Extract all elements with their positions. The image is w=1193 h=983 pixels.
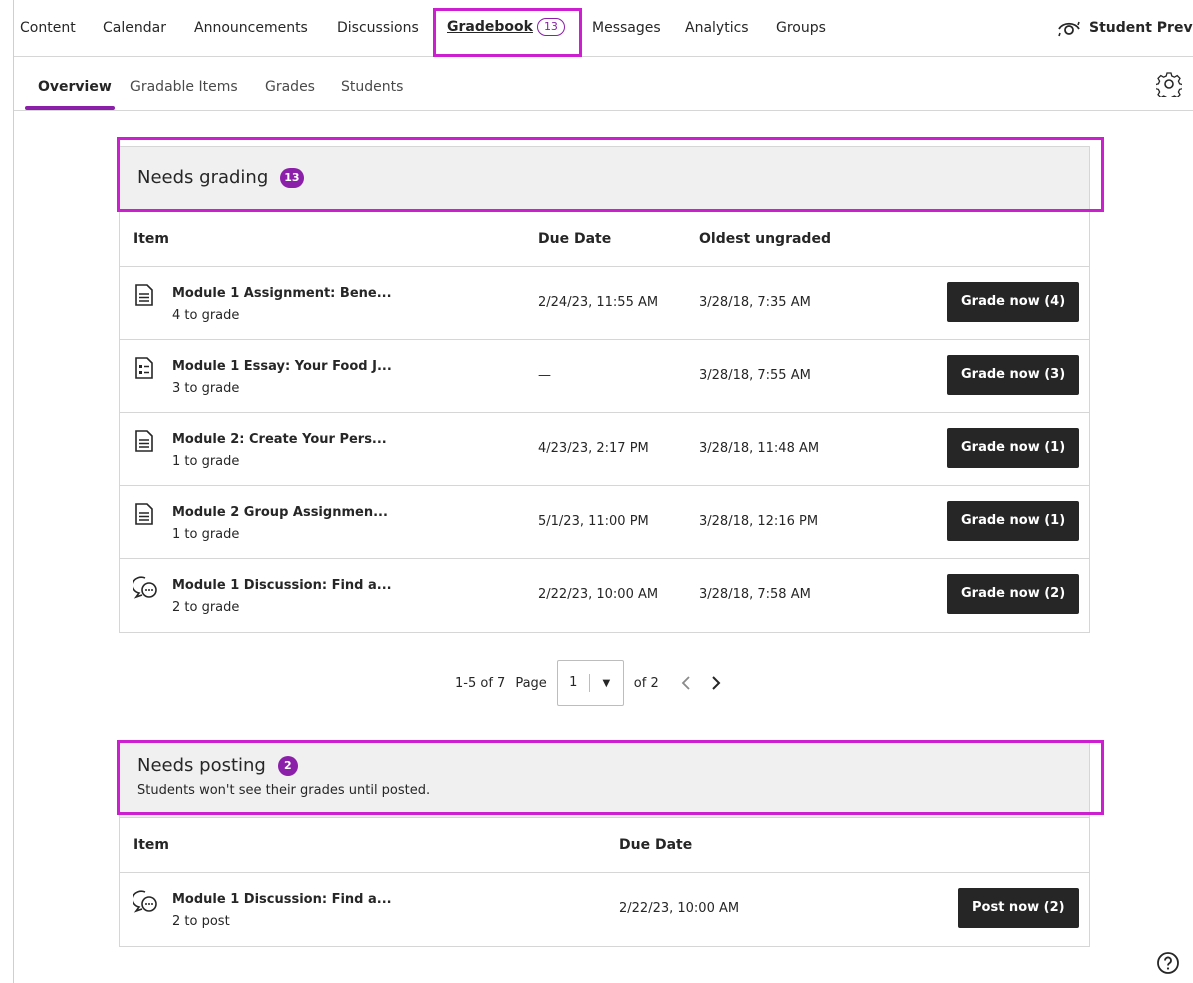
needs-grading-table: Item Due Date Oldest ungraded Module 1 A… bbox=[119, 212, 1090, 633]
grade-now-button[interactable]: Grade now (1) bbox=[947, 501, 1080, 541]
tab-calendar[interactable]: Calendar bbox=[103, 20, 166, 36]
gear-icon[interactable] bbox=[1156, 71, 1182, 97]
item-name[interactable]: Module 2 Group Assignmen... bbox=[172, 505, 388, 520]
oldest-ungraded: 3/28/18, 7:35 AM bbox=[699, 295, 811, 310]
pagination-range: 1-5 of 7 bbox=[455, 675, 506, 691]
due-date: 2/24/23, 11:55 AM bbox=[538, 295, 659, 310]
discussion-icon bbox=[133, 576, 157, 599]
chevron-left-icon[interactable] bbox=[679, 674, 693, 692]
table-row: Module 1 Discussion: Find a... 2 to post… bbox=[120, 873, 1089, 946]
gradebook-count-badge: 13 bbox=[536, 18, 565, 36]
pagination: 1-5 of 7 Page 1 ▼ of 2 bbox=[455, 660, 723, 706]
tab-announcements[interactable]: Announcements bbox=[194, 20, 308, 36]
needs-posting-title: Needs posting 2 bbox=[137, 755, 298, 776]
discussion-icon bbox=[133, 890, 157, 913]
item-name[interactable]: Module 2: Create Your Pers... bbox=[172, 432, 387, 447]
assignment-icon bbox=[135, 430, 153, 452]
due-date: 2/22/23, 10:00 AM bbox=[538, 587, 659, 602]
item-count: 2 to grade bbox=[172, 600, 240, 615]
chevron-right-icon[interactable] bbox=[709, 674, 723, 692]
item-count: 3 to grade bbox=[172, 381, 240, 396]
assignment-icon bbox=[135, 503, 153, 525]
table-row: Module 1 Discussion: Find a... 2 to grad… bbox=[120, 559, 1089, 632]
page-select-value: 1 bbox=[558, 674, 590, 692]
item-name[interactable]: Module 1 Discussion: Find a... bbox=[172, 578, 392, 593]
tab-groups[interactable]: Groups bbox=[776, 20, 826, 36]
due-date: 2/22/23, 10:00 AM bbox=[619, 901, 740, 916]
needs-posting-header: Needs posting 2 Students won't see their… bbox=[119, 742, 1090, 818]
item-name[interactable]: Module 1 Discussion: Find a... bbox=[172, 892, 392, 907]
needs-posting-count-badge: 2 bbox=[277, 755, 298, 776]
page-label: Page bbox=[515, 675, 547, 691]
item-count: 4 to grade bbox=[172, 308, 240, 323]
needs-grading-count-badge: 13 bbox=[280, 167, 304, 188]
post-now-button[interactable]: Post now (2) bbox=[958, 888, 1079, 928]
table-row: Module 1 Assignment: Bene... 4 to grade … bbox=[120, 267, 1089, 340]
subtab-overview[interactable]: Overview bbox=[38, 79, 112, 95]
subtab-gradable-items[interactable]: Gradable Items bbox=[130, 79, 238, 95]
needs-posting-table-header: Item Due Date bbox=[120, 818, 1089, 873]
caret-down-icon: ▼ bbox=[602, 677, 611, 689]
test-icon bbox=[135, 357, 153, 379]
grade-now-button[interactable]: Grade now (4) bbox=[947, 282, 1080, 322]
student-preview-button[interactable]: Student Preview bbox=[1057, 19, 1193, 37]
student-preview-label: Student Preview bbox=[1089, 20, 1193, 36]
table-row: Module 2 Group Assignmen... 1 to grade 5… bbox=[120, 486, 1089, 559]
item-count: 1 to grade bbox=[172, 454, 240, 469]
grade-now-button[interactable]: Grade now (1) bbox=[947, 428, 1080, 468]
item-count: 1 to grade bbox=[172, 527, 240, 542]
due-date: 4/23/23, 2:17 PM bbox=[538, 441, 649, 456]
needs-grading-title: Needs grading 13 bbox=[137, 167, 304, 188]
tab-analytics[interactable]: Analytics bbox=[685, 20, 749, 36]
oldest-ungraded: 3/28/18, 12:16 PM bbox=[699, 514, 819, 529]
oldest-ungraded: 3/28/18, 7:58 AM bbox=[699, 587, 811, 602]
column-header-item: Item bbox=[133, 837, 169, 853]
left-border bbox=[13, 0, 14, 983]
tab-gradebook-label: Gradebook bbox=[447, 19, 533, 35]
needs-grading-header: Needs grading 13 bbox=[119, 146, 1090, 210]
gradebook-subnav: Overview Gradable Items Grades Students bbox=[14, 57, 1193, 111]
page-select[interactable]: 1 ▼ bbox=[556, 660, 624, 706]
page-total: of 2 bbox=[633, 675, 659, 691]
subtab-students[interactable]: Students bbox=[341, 79, 403, 95]
grade-now-button[interactable]: Grade now (3) bbox=[947, 355, 1080, 395]
oldest-ungraded: 3/28/18, 11:48 AM bbox=[699, 441, 820, 456]
item-name[interactable]: Module 1 Essay: Your Food J... bbox=[172, 359, 392, 374]
needs-grading-title-text: Needs grading bbox=[137, 167, 269, 188]
needs-posting-table: Item Due Date Module 1 Discussion: Find … bbox=[119, 818, 1090, 947]
item-name[interactable]: Module 1 Assignment: Bene... bbox=[172, 286, 392, 301]
tab-gradebook[interactable]: Gradebook 13 bbox=[447, 18, 565, 36]
column-header-item: Item bbox=[133, 231, 169, 247]
table-row: Module 1 Essay: Your Food J... 3 to grad… bbox=[120, 340, 1089, 413]
column-header-due-date: Due Date bbox=[538, 231, 612, 247]
due-date: 5/1/23, 11:00 PM bbox=[538, 514, 649, 529]
eye-icon bbox=[1058, 21, 1080, 37]
column-header-oldest-ungraded: Oldest ungraded bbox=[699, 231, 831, 247]
item-count: 2 to post bbox=[172, 914, 230, 929]
due-date: — bbox=[538, 368, 551, 383]
tab-content[interactable]: Content bbox=[20, 20, 76, 36]
needs-posting-subtitle: Students won't see their grades until po… bbox=[137, 783, 431, 798]
oldest-ungraded: 3/28/18, 7:55 AM bbox=[699, 368, 811, 383]
help-icon[interactable] bbox=[1156, 951, 1180, 975]
column-header-due-date: Due Date bbox=[619, 837, 693, 853]
needs-grading-table-header: Item Due Date Oldest ungraded bbox=[120, 212, 1089, 267]
tab-discussions[interactable]: Discussions bbox=[337, 20, 419, 36]
grade-now-button[interactable]: Grade now (2) bbox=[947, 574, 1080, 614]
assignment-icon bbox=[135, 284, 153, 306]
table-row: Module 2: Create Your Pers... 1 to grade… bbox=[120, 413, 1089, 486]
active-tab-indicator bbox=[25, 106, 115, 110]
needs-posting-title-text: Needs posting bbox=[137, 755, 266, 776]
course-nav: Content Calendar Announcements Discussio… bbox=[14, 0, 1193, 57]
subtab-grades[interactable]: Grades bbox=[265, 79, 315, 95]
tab-messages[interactable]: Messages bbox=[592, 20, 661, 36]
